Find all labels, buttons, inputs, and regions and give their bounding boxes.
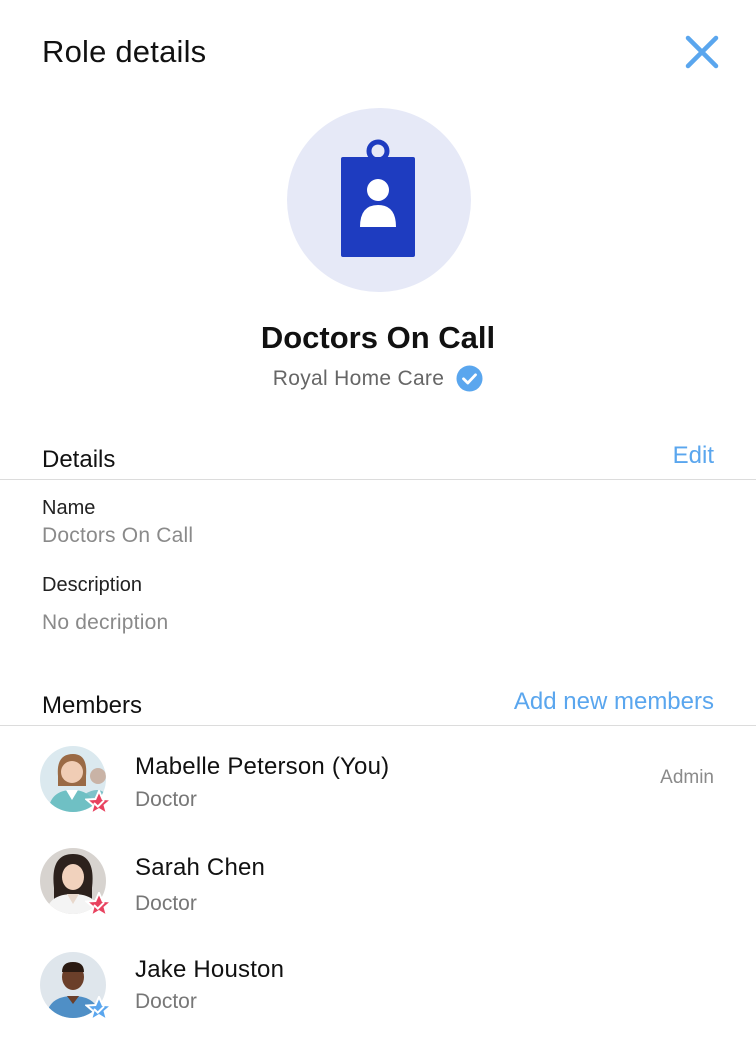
id-badge-icon <box>341 139 415 257</box>
close-icon[interactable] <box>684 34 720 70</box>
dialog-header: Role details <box>0 0 756 104</box>
member-name: Mabelle Peterson (You) <box>135 753 390 780</box>
member-row[interactable]: Sarah Chen Doctor <box>0 842 756 942</box>
members-section-header: Members Add new members <box>0 678 756 726</box>
name-label: Name <box>42 497 96 519</box>
name-value: Doctors On Call <box>42 524 194 547</box>
members-title: Members <box>42 692 143 719</box>
member-role: Doctor <box>135 892 197 915</box>
edit-button[interactable]: Edit <box>673 442 714 470</box>
doctor-badge-icon <box>85 790 113 817</box>
verified-check-icon <box>456 365 483 392</box>
organization-name: Royal Home Care <box>272 366 445 390</box>
member-role: Doctor <box>135 990 197 1013</box>
details-title: Details <box>42 446 116 473</box>
doctor-badge-icon <box>85 892 113 919</box>
member-row[interactable]: Jake Houston Doctor <box>0 946 756 1046</box>
page-title: Role details <box>42 34 207 69</box>
admin-badge: Admin <box>660 767 714 788</box>
description-label: Description <box>42 574 143 596</box>
role-name: Doctors On Call <box>260 320 496 355</box>
role-avatar <box>287 108 471 292</box>
doctor-badge-icon <box>85 996 113 1023</box>
details-section-header: Details Edit <box>0 432 756 480</box>
member-row[interactable]: Mabelle Peterson (You) Doctor Admin <box>0 740 756 840</box>
description-value: No decription <box>42 611 169 634</box>
organization-row: Royal Home Care <box>0 365 756 392</box>
add-new-members-button[interactable]: Add new members <box>514 688 714 716</box>
member-name: Sarah Chen <box>135 854 266 881</box>
member-name: Jake Houston <box>135 956 285 983</box>
member-role: Doctor <box>135 788 197 811</box>
